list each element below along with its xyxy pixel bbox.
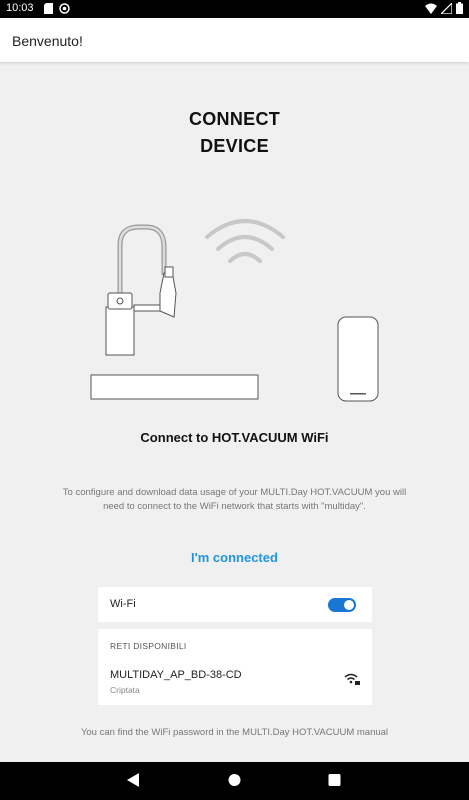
instructions-line-2: need to connect to the WiFi network that… (103, 501, 366, 512)
status-bar: 10:03 (0, 0, 469, 18)
phone-icon (337, 316, 379, 402)
page-title-line-1: CONNECT (188, 109, 281, 129)
toggle-knob (344, 600, 354, 610)
instructions-text: To configure and download data usage of … (40, 486, 429, 514)
wifi-toggle[interactable] (328, 598, 356, 612)
recents-icon[interactable] (328, 773, 341, 787)
navigation-bar (0, 762, 469, 800)
sd-card-icon (44, 3, 53, 14)
wifi-label: Wi-Fi (110, 598, 136, 610)
network-security: Criptata (110, 685, 140, 695)
wifi-lock-signal-icon (344, 673, 360, 685)
im-connected-button[interactable]: I'm connected (0, 550, 469, 565)
password-hint: You can find the WiFi password in the MU… (80, 727, 389, 738)
battery-icon (456, 2, 463, 14)
sync-icon (59, 3, 70, 14)
wifi-status-icon (425, 3, 437, 14)
connect-device-illustration (90, 219, 379, 402)
app-bar-title: Benvenuto! (12, 33, 83, 49)
cellular-icon (441, 2, 452, 14)
wifi-toggle-row[interactable]: Wi-Fi (98, 587, 372, 622)
connect-subtitle: Connect to HOT.VACUUM WiFi (140, 430, 329, 445)
instructions-line-1: To configure and download data usage of … (62, 487, 407, 498)
home-icon[interactable] (228, 773, 241, 787)
vacuum-device-icon (90, 224, 259, 400)
status-time: 10:03 (6, 2, 34, 14)
page-title-line-2: DEVICE (200, 136, 269, 156)
app-bar: Benvenuto! (0, 18, 469, 62)
network-ssid[interactable]: MULTIDAY_AP_BD-38-CD (110, 669, 242, 681)
networks-section-header: RETI DISPONIBILI (110, 641, 187, 651)
back-icon[interactable] (127, 773, 140, 787)
page-title: CONNECT DEVICE (0, 106, 469, 160)
main-content: CONNECT DEVICE Connect to HOT.VACUUM WiF… (0, 62, 469, 762)
wifi-signal-icon (205, 219, 285, 263)
available-networks-card: RETI DISPONIBILI MULTIDAY_AP_BD-38-CD Cr… (98, 629, 372, 705)
